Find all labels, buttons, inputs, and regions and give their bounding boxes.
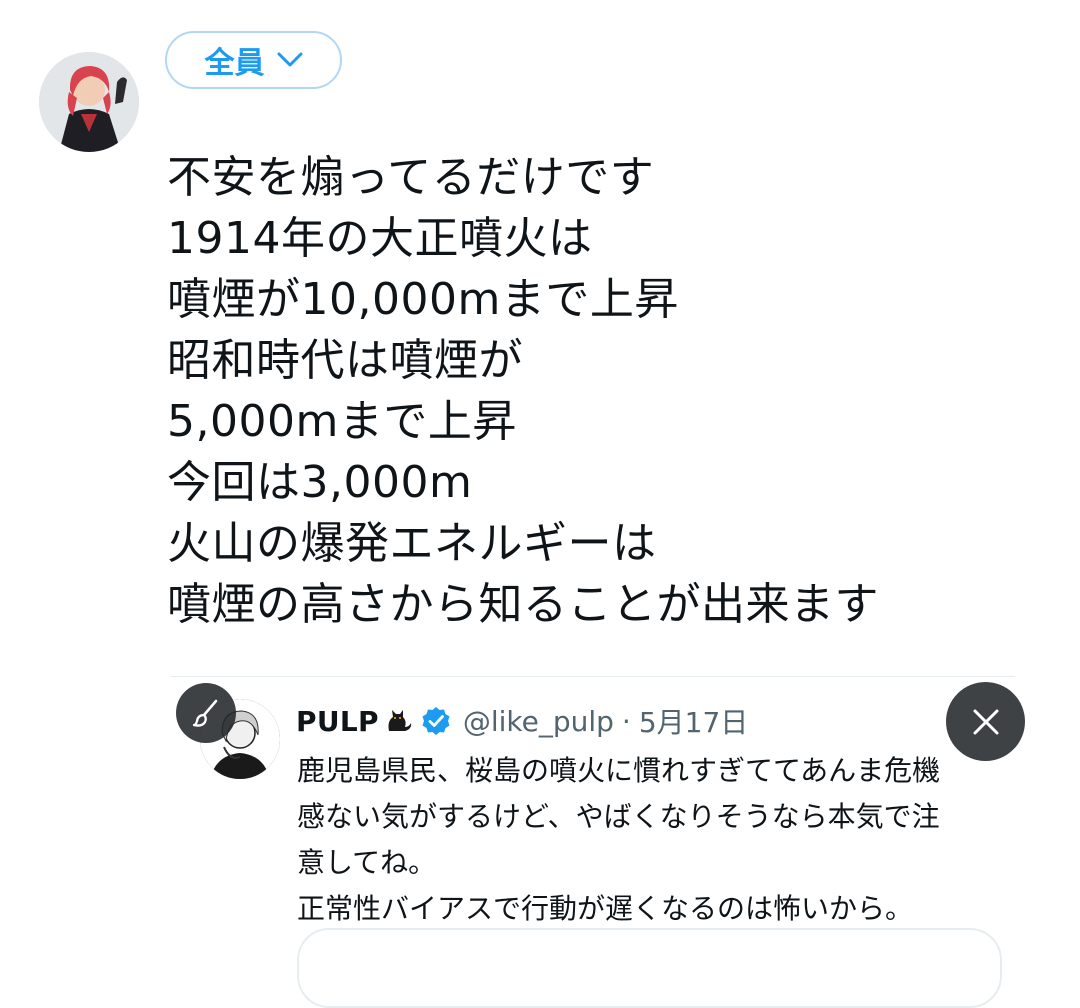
tweet-text-line: 1914年の大正噴火は — [167, 213, 593, 264]
audience-selector-button[interactable]: 全員 — [165, 31, 342, 89]
verified-badge-icon — [421, 706, 451, 736]
quoted-date: 5月17日 — [638, 706, 749, 739]
close-icon — [973, 709, 998, 734]
brush-icon — [192, 699, 218, 727]
quoted-media-card[interactable] — [297, 928, 1002, 1008]
quoted-text-line: 鹿児島県民、桜島の噴火に慣れすぎててあんま危機 — [297, 754, 941, 787]
user-avatar-icon — [39, 52, 139, 152]
black-cat-icon — [383, 705, 415, 737]
quoted-tweet-header: PULP @like_pulp · 5月17日 — [296, 700, 748, 742]
quoted-handle: @like_pulp — [462, 704, 614, 738]
chevron-down-icon — [277, 52, 302, 67]
quoted-text-line: 意してね。 — [297, 846, 437, 879]
divider — [170, 676, 1015, 677]
separator-dot: · — [621, 704, 631, 738]
tweet-text-line: 今回は3,000m — [167, 457, 473, 508]
tweet-text-line: 5,000mまで上昇 — [167, 396, 517, 447]
quoted-display-name: PULP — [296, 704, 379, 738]
tweet-text-editor[interactable]: 不安を煽ってるだけです 1914年の大正噴火は 噴煙が10,000mまで上昇 昭… — [167, 147, 879, 635]
tweet-text-line: 噴煙の高さから知ることが出来ます — [167, 579, 879, 630]
tweet-text-line: 噴煙が10,000mまで上昇 — [167, 274, 679, 325]
quoted-text-line: 正常性バイアスで行動が遅くなるのは怖いから。 — [297, 892, 914, 925]
quoted-tweet-text: 鹿児島県民、桜島の噴火に慣れすぎててあんま危機 感ない気がするけど、やばくなりそ… — [297, 748, 940, 932]
tweet-text-line: 昭和時代は噴煙が — [167, 335, 523, 386]
tweet-text-line: 火山の爆発エネルギーは — [167, 518, 657, 569]
remove-quote-button[interactable] — [946, 682, 1025, 761]
edit-media-button[interactable] — [176, 683, 236, 743]
composer-avatar[interactable] — [39, 52, 139, 152]
tweet-text-line: 不安を煽ってるだけです — [167, 152, 655, 203]
audience-label: 全員 — [204, 46, 265, 81]
quoted-text-line: 感ない気がするけど、やばくなりそうなら本気で注 — [297, 800, 940, 833]
